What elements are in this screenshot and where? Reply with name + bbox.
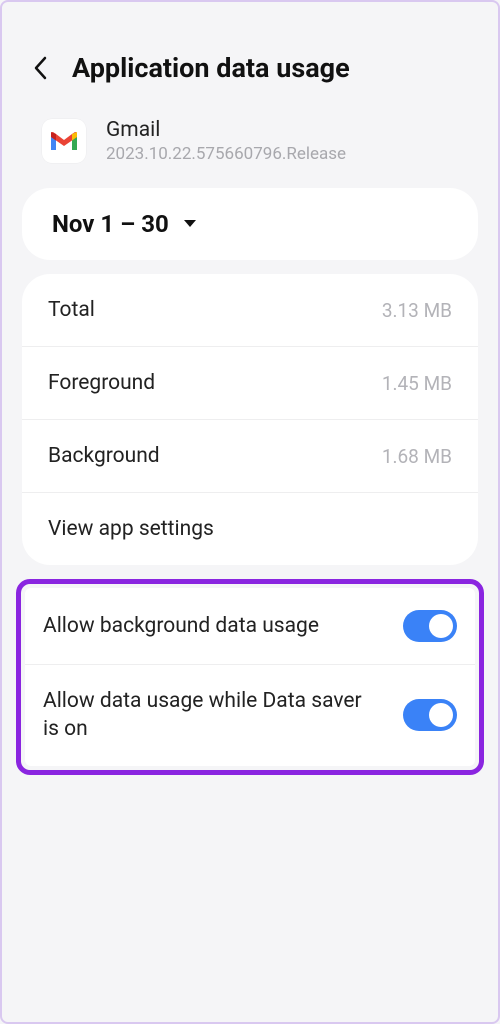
stat-label: Foreground xyxy=(48,371,155,395)
toggle-background-data[interactable]: Allow background data usage xyxy=(25,588,475,665)
toggles-highlight: Allow background data usage Allow data u… xyxy=(16,579,484,775)
switch-data-saver[interactable] xyxy=(403,699,457,731)
period-label: Nov 1 – 30 xyxy=(52,210,169,238)
stat-foreground: Foreground 1.45 MB xyxy=(22,347,478,420)
stat-value: 1.68 MB xyxy=(382,445,452,468)
app-name: Gmail xyxy=(106,118,346,142)
stat-label: Background xyxy=(48,444,160,468)
gmail-icon xyxy=(42,119,86,163)
app-info-row: Gmail 2023.10.22.575660796.Release xyxy=(2,104,498,182)
stats-card: Total 3.13 MB Foreground 1.45 MB Backgro… xyxy=(22,274,478,565)
back-icon[interactable] xyxy=(26,54,54,82)
view-app-settings[interactable]: View app settings xyxy=(22,493,478,565)
app-version: 2023.10.22.575660796.Release xyxy=(106,144,346,164)
chevron-down-icon xyxy=(183,219,197,229)
period-selector[interactable]: Nov 1 – 30 xyxy=(22,188,478,260)
stat-value: 3.13 MB xyxy=(382,299,452,322)
header: Application data usage xyxy=(2,2,498,104)
stat-background: Background 1.68 MB xyxy=(22,420,478,493)
page-title: Application data usage xyxy=(72,52,350,84)
toggle-data-saver[interactable]: Allow data usage while Data saver is on xyxy=(25,665,475,766)
toggles-card: Allow background data usage Allow data u… xyxy=(25,588,475,766)
toggle-label: Allow data usage while Data saver is on xyxy=(43,687,363,744)
view-app-settings-label: View app settings xyxy=(48,517,214,541)
stat-value: 1.45 MB xyxy=(382,372,452,395)
switch-background-data[interactable] xyxy=(403,610,457,642)
toggle-label: Allow background data usage xyxy=(43,612,319,640)
stat-total: Total 3.13 MB xyxy=(22,274,478,347)
stat-label: Total xyxy=(48,298,95,322)
